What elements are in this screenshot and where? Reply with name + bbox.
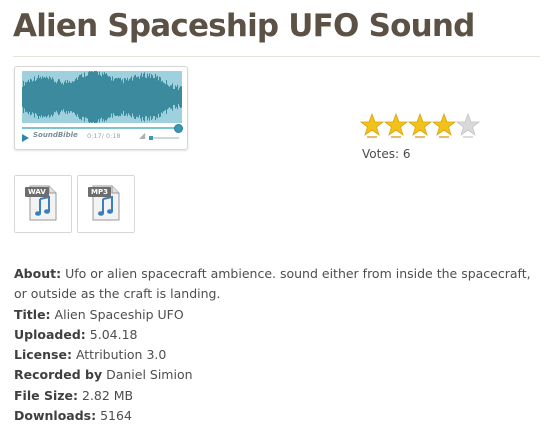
star-filled-icon[interactable] <box>408 113 432 139</box>
downloads-row: Downloads: 5164 <box>14 406 534 426</box>
about-row: About: Ufo or alien spacecraft ambience.… <box>14 264 534 305</box>
star-filled-icon[interactable] <box>360 113 384 139</box>
license-value[interactable]: Attribution 3.0 <box>76 347 166 362</box>
audio-player[interactable]: SoundBible 0:17/ 0:18 ◢ <box>14 66 188 150</box>
star-rating[interactable] <box>360 113 480 139</box>
uploaded-row: Uploaded: 5.04.18 <box>14 325 534 345</box>
download-wav-button[interactable]: WAV <box>14 175 72 233</box>
filesize-row: File Size: 2.82 MB <box>14 386 534 406</box>
recorded-value: Daniel Simion <box>106 367 193 383</box>
about-label: About: <box>14 266 62 281</box>
title-divider <box>13 56 540 57</box>
progress-handle[interactable] <box>174 124 183 133</box>
player-brand[interactable]: SoundBible <box>33 131 78 139</box>
downloads-label: Downloads: <box>14 408 97 424</box>
title-value: Alien Spaceship UFO <box>54 306 184 322</box>
waveform-bars <box>22 71 182 123</box>
page-title: Alien Spaceship UFO Sound <box>13 8 475 44</box>
file-format-label: MP3 <box>88 187 111 197</box>
star-filled-icon[interactable] <box>432 113 456 139</box>
player-time: 0:17/ 0:18 <box>87 132 121 140</box>
play-icon[interactable] <box>22 134 29 142</box>
uploaded-label: Uploaded: <box>14 326 86 342</box>
volume-icon[interactable]: ◢ <box>139 132 145 140</box>
recorded-label: Recorded by <box>14 367 103 383</box>
uploaded-value: 5.04.18 <box>89 326 138 342</box>
volume-handle[interactable] <box>149 136 153 140</box>
about-value: Ufo or alien spacecraft ambience. sound … <box>14 266 531 302</box>
progress-track[interactable] <box>22 127 177 129</box>
star-empty-icon[interactable] <box>456 113 480 139</box>
waveform[interactable] <box>22 71 182 123</box>
title-row: Title: Alien Spaceship UFO <box>14 305 534 325</box>
title-label: Title: <box>14 306 51 322</box>
download-mp3-button[interactable]: MP3 <box>77 175 135 233</box>
downloads-value: 5164 <box>100 408 132 424</box>
recorded-row: Recorded by Daniel Simion <box>14 365 534 385</box>
volume-slider[interactable] <box>149 137 179 139</box>
waveform-graphic <box>22 71 182 123</box>
license-label: License: <box>14 347 72 363</box>
file-format-label: WAV <box>25 187 49 197</box>
star-filled-icon[interactable] <box>384 113 408 139</box>
license-row: License: Attribution 3.0 <box>14 345 534 365</box>
votes-count: Votes: 6 <box>362 147 411 161</box>
sound-details: About: Ufo or alien spacecraft ambience.… <box>14 264 534 426</box>
filesize-label: File Size: <box>14 387 78 403</box>
filesize-value: 2.82 MB <box>81 387 134 403</box>
